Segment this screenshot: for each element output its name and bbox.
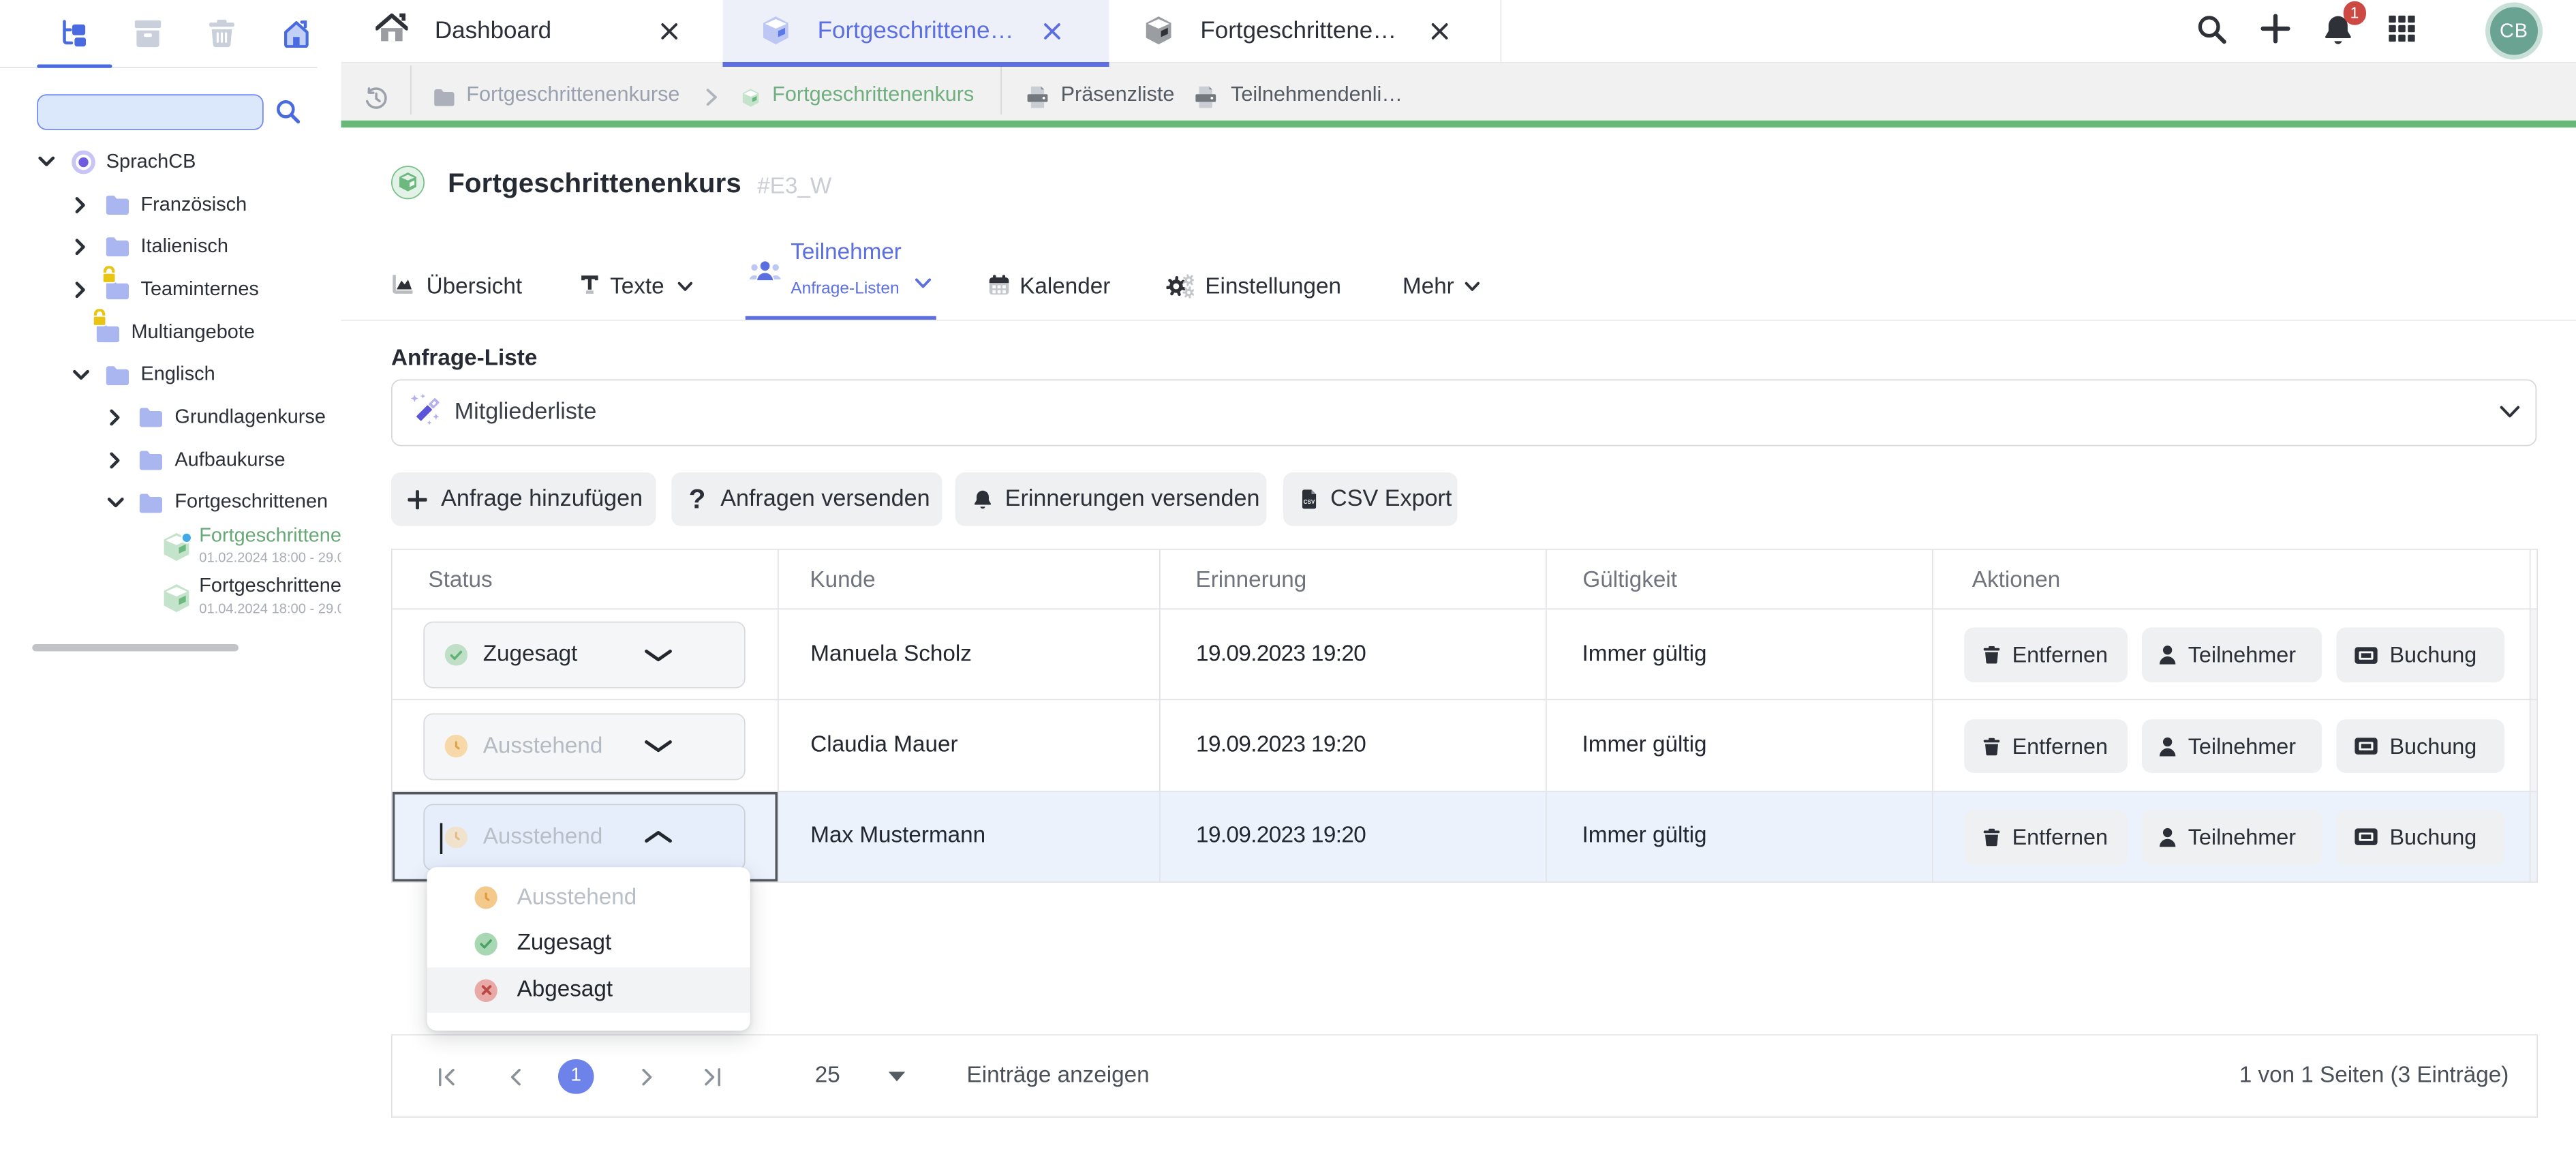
- svg-text:CSV: CSV: [1304, 499, 1315, 505]
